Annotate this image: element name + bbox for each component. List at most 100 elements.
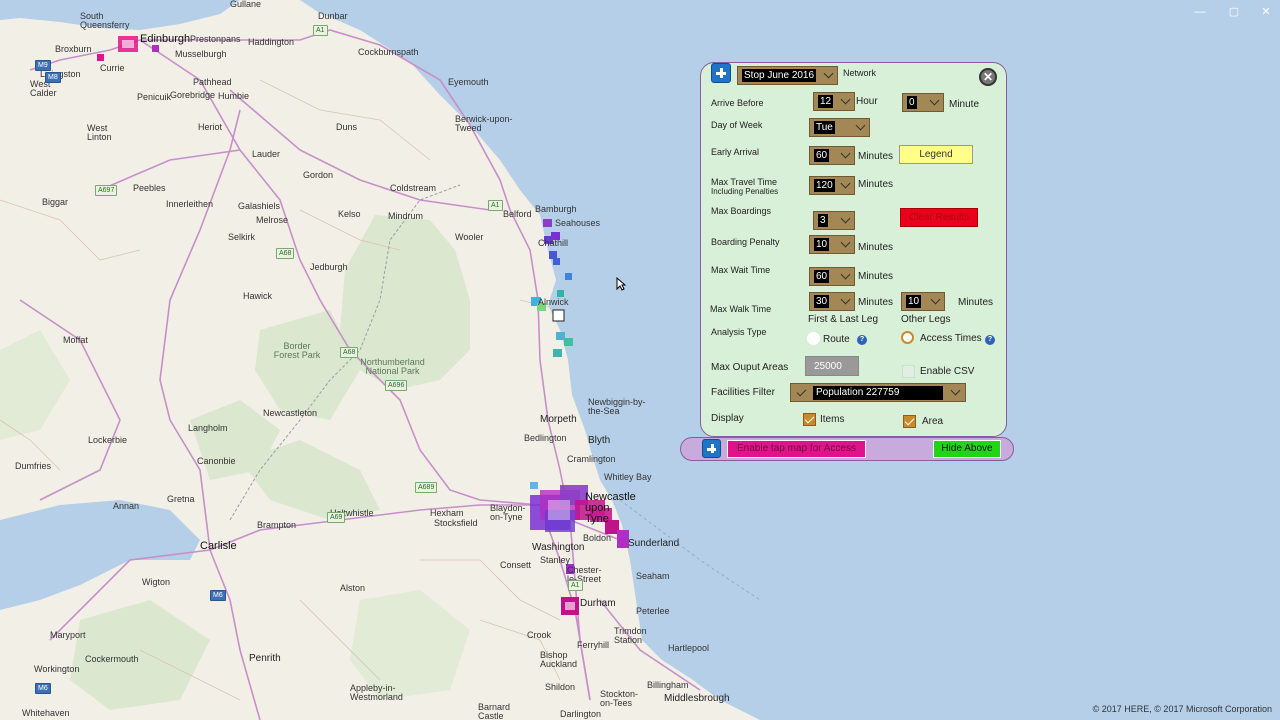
- max-travel-value: 120: [814, 179, 835, 192]
- max-walk-first-dropdown[interactable]: 30: [809, 292, 855, 311]
- chevron-down-icon: [823, 68, 834, 79]
- items-checkbox[interactable]: [803, 413, 816, 426]
- max-wait-dropdown[interactable]: 60: [809, 267, 855, 286]
- facilities-filter-dropdown[interactable]: Population 227759: [790, 383, 966, 402]
- place-label: Appleby-in-Westmorland: [350, 683, 403, 702]
- place-label: Currie: [100, 63, 125, 73]
- road-label: A1: [568, 580, 583, 591]
- day-of-week-dropdown[interactable]: Tue: [809, 118, 870, 137]
- place-label: Kelso: [338, 209, 361, 219]
- place-label: South Queensferry: [80, 11, 130, 30]
- place-label: Billingham: [647, 680, 689, 690]
- road-label: M9: [35, 60, 51, 71]
- network-dropdown[interactable]: Stop June 2016: [737, 66, 838, 85]
- facilities-filter-value: Population 227759: [813, 386, 943, 400]
- road-label: A697: [95, 185, 118, 196]
- chevron-down-icon: [840, 148, 851, 159]
- max-wait-label: Max Wait Time: [711, 265, 771, 275]
- chevron-down-icon: [840, 94, 851, 105]
- area-label: Area: [922, 416, 944, 427]
- access-times-radio[interactable]: [901, 331, 914, 344]
- route-radio[interactable]: [807, 332, 820, 345]
- place-label: Whitley Bay: [604, 472, 652, 482]
- legend-button[interactable]: Legend: [899, 145, 973, 164]
- arrive-minute-dropdown[interactable]: 0: [902, 93, 944, 112]
- road-label: A68: [276, 248, 295, 259]
- place-label: Morpeth: [540, 414, 577, 425]
- add-plus-icon[interactable]: [711, 63, 731, 83]
- place-label: Duns: [336, 122, 358, 132]
- place-label: Durham: [580, 598, 616, 609]
- boarding-penalty-dropdown[interactable]: 10: [809, 235, 855, 254]
- place-label: Gretna: [167, 494, 195, 504]
- route-label: Route: [823, 334, 850, 345]
- boarding-penalty-value: 10: [814, 238, 830, 251]
- place-label: Haddington: [248, 37, 295, 47]
- place-label: Belford: [503, 209, 532, 219]
- first-last-leg-label: First & Last Leg: [808, 314, 879, 325]
- chevron-down-icon: [855, 120, 866, 131]
- help-icon[interactable]: ?: [857, 335, 867, 345]
- road-label: A68: [340, 347, 359, 358]
- add-plus-icon[interactable]: [702, 439, 721, 458]
- max-output-input[interactable]: 25000: [805, 356, 859, 376]
- place-label: Langholm: [188, 423, 228, 433]
- place-label: Humbie: [218, 91, 250, 101]
- park-label: Northumberland National Park: [360, 357, 425, 376]
- place-label: Canonbie: [197, 456, 236, 466]
- help-icon[interactable]: ?: [985, 335, 995, 345]
- clear-results-button[interactable]: Clear Results: [900, 208, 978, 227]
- close-window-button[interactable]: ✕: [1260, 6, 1272, 18]
- max-travel-dropdown[interactable]: 120: [809, 176, 855, 195]
- max-boardings-label: Max Boardings: [711, 206, 772, 216]
- place-label: Seaham: [636, 571, 670, 581]
- arrive-hour-value: 12: [818, 95, 834, 108]
- road-label: A696: [385, 380, 408, 391]
- hide-above-button[interactable]: Hide Above: [933, 440, 1001, 458]
- day-of-week-label: Day of Week: [711, 120, 763, 130]
- place-label: Penrith: [249, 653, 281, 664]
- place-label: Lauder: [252, 149, 281, 159]
- place-label: Darlington: [560, 709, 602, 719]
- arrive-hour-dropdown[interactable]: 12: [813, 92, 855, 111]
- enable-csv-checkbox[interactable]: [902, 365, 915, 378]
- road-label: A689: [415, 482, 438, 493]
- place-label: Chathill: [538, 238, 569, 248]
- max-wait-value: 60: [814, 270, 830, 283]
- place-label: Seahouses: [555, 218, 601, 228]
- max-boardings-dropdown[interactable]: 3: [813, 211, 855, 230]
- place-label: Dumfries: [15, 461, 52, 471]
- hour-label: Hour: [856, 96, 878, 107]
- place-label: Newbiggin-by-the-Sea: [588, 397, 646, 416]
- place-label: Gorebridge: [170, 90, 216, 100]
- road-label: A1: [313, 25, 328, 36]
- boarding-penalty-label: Boarding Penalty: [711, 237, 780, 247]
- minutes-label: Minutes: [858, 179, 894, 190]
- arrive-minute-value: 0: [907, 96, 917, 109]
- items-label: Items: [820, 414, 845, 425]
- place-label: Edinburgh: [140, 33, 191, 45]
- analysis-type-label: Analysis Type: [711, 327, 767, 337]
- max-walk-other-dropdown[interactable]: 10: [901, 292, 945, 311]
- place-label: Dunbar: [318, 11, 348, 21]
- max-walk-other-value: 10: [906, 295, 922, 308]
- road-label: M8: [45, 72, 61, 83]
- map-view[interactable]: Gullane Dunbar Musselburgh Prestonpans H…: [0, 0, 1280, 720]
- place-label: Penicuik: [137, 92, 172, 102]
- place-label: Bishop Auckland: [540, 650, 578, 669]
- minimize-button[interactable]: —: [1194, 6, 1206, 18]
- place-label: Heriot: [198, 122, 223, 132]
- area-checkbox[interactable]: [903, 415, 916, 428]
- close-panel-icon[interactable]: ✕: [979, 68, 997, 86]
- max-walk-first-value: 30: [814, 295, 830, 308]
- arrive-before-label: Arrive Before: [711, 98, 764, 108]
- place-label: Moffat: [63, 335, 88, 345]
- place-label: Boldon: [583, 533, 612, 543]
- park-label: Border Forest Park: [273, 341, 321, 360]
- maximize-button[interactable]: ▢: [1228, 6, 1240, 18]
- enable-tap-map-button[interactable]: Enable tap map for Access: [727, 440, 866, 458]
- place-label: Innerleithen: [166, 199, 214, 209]
- place-label: Whitehaven: [22, 708, 70, 718]
- road-label: M6: [210, 590, 226, 601]
- early-arrival-dropdown[interactable]: 60: [809, 146, 855, 165]
